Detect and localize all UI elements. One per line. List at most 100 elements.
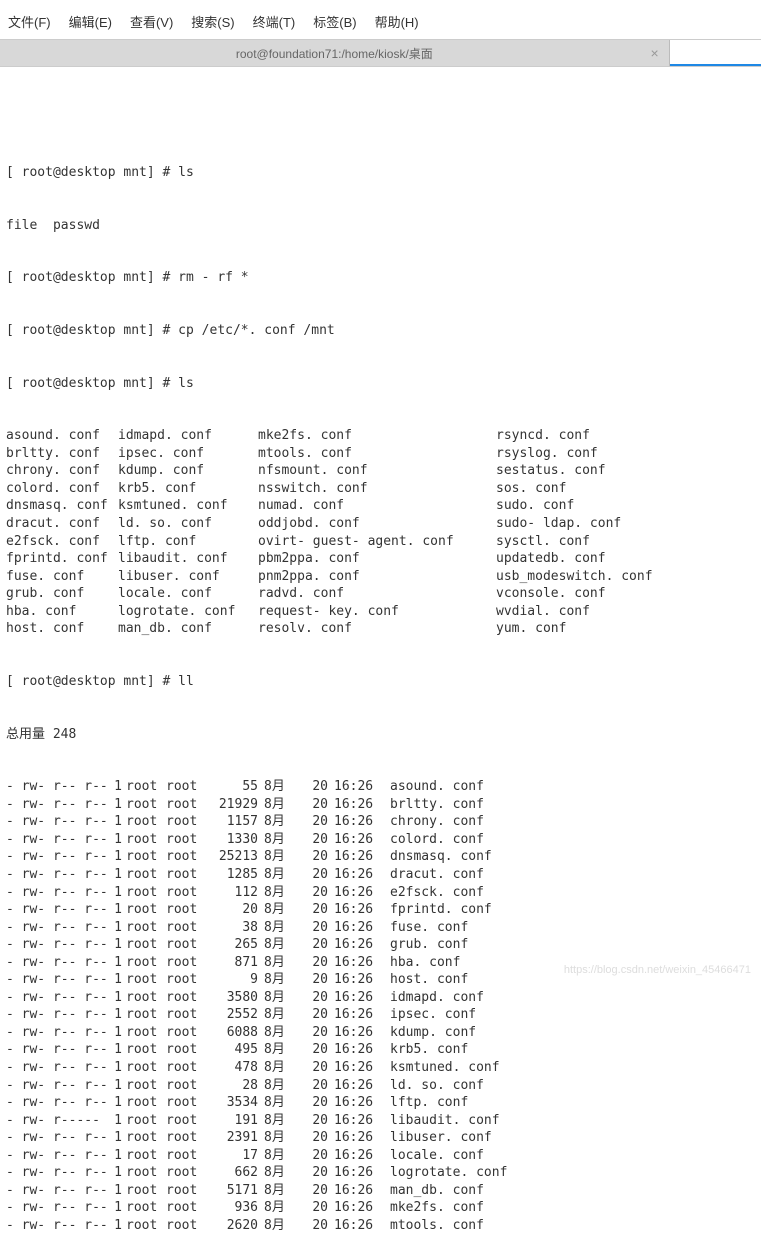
ll-row: - rw- r-- r--1rootroot4788月2016:26ksmtun… (6, 1059, 755, 1077)
ll-day: 20 (294, 813, 328, 831)
prompt-line: [ root@desktop mnt] # ls (6, 375, 755, 393)
ll-name: host. conf (382, 971, 468, 989)
ll-day: 20 (294, 1112, 328, 1130)
ll-own1: root (122, 1077, 166, 1095)
ll-day: 20 (294, 1006, 328, 1024)
file-name: ld. so. conf (118, 515, 258, 533)
tab-new-area[interactable] (670, 40, 761, 66)
ll-mon: 8月 (258, 1129, 294, 1147)
ll-time: 16:26 (328, 1129, 382, 1147)
ll-row: - rw- r-----1rootroot1918月2016:26libaudi… (6, 1112, 755, 1130)
terminal-tab[interactable]: root@foundation71:/home/kiosk/桌面 × (0, 40, 670, 66)
ll-perm: - rw- r-- r-- (6, 989, 104, 1007)
ll-own2: root (166, 971, 208, 989)
file-name: pbm2ppa. conf (258, 550, 496, 568)
file-name: lftp. conf (118, 533, 258, 551)
ll-day: 20 (294, 1024, 328, 1042)
list-row: dnsmasq. confksmtuned. confnumad. confsu… (6, 497, 755, 515)
ll-day: 20 (294, 971, 328, 989)
ll-day: 20 (294, 1217, 328, 1235)
ll-links: 1 (104, 1041, 122, 1059)
ll-time: 16:26 (328, 971, 382, 989)
ll-perm: - rw- r-- r-- (6, 1217, 104, 1235)
ll-own1: root (122, 936, 166, 954)
ll-size: 3580 (208, 989, 258, 1007)
ll-time: 16:26 (328, 1164, 382, 1182)
ll-day: 20 (294, 919, 328, 937)
terminal-output[interactable]: [ root@desktop mnt] # ls file passwd [ r… (0, 123, 761, 1258)
ll-size: 112 (208, 884, 258, 902)
file-name: wvdial. conf (496, 603, 755, 621)
prompt-line: [ root@desktop mnt] # rm - rf * (6, 269, 755, 287)
ll-perm: - rw- r-- r-- (6, 778, 104, 796)
ll-size: 2552 (208, 1006, 258, 1024)
close-icon[interactable]: × (650, 45, 658, 61)
ll-row: - rw- r-- r--1rootroot13308月2016:26color… (6, 831, 755, 849)
file-name: host. conf (6, 620, 118, 638)
ll-name: mtools. conf (382, 1217, 484, 1235)
menu-file[interactable]: 文件(F) (8, 12, 51, 31)
ll-mon: 8月 (258, 971, 294, 989)
ll-perm: - rw- r-- r-- (6, 848, 104, 866)
ll-links: 1 (104, 796, 122, 814)
file-name: mke2fs. conf (258, 427, 496, 445)
ll-time: 16:26 (328, 919, 382, 937)
ll-time: 16:26 (328, 866, 382, 884)
ll-time: 16:26 (328, 1182, 382, 1200)
menu-help[interactable]: 帮助(H) (375, 12, 419, 31)
ll-own1: root (122, 1024, 166, 1042)
ll-name: ld. so. conf (382, 1077, 484, 1095)
ll-row: - rw- r-- r--1rootroot288月2016:26ld. so.… (6, 1077, 755, 1095)
ll-name: asound. conf (382, 778, 484, 796)
menu-tabs[interactable]: 标签(B) (313, 12, 356, 31)
ll-perm: - rw- r-- r-- (6, 1059, 104, 1077)
ll-perm: - rw- r-- r-- (6, 866, 104, 884)
ll-own1: root (122, 778, 166, 796)
file-name: libaudit. conf (118, 550, 258, 568)
ll-time: 16:26 (328, 1006, 382, 1024)
file-name: yum. conf (496, 620, 755, 638)
ll-own2: root (166, 884, 208, 902)
ll-time: 16:26 (328, 848, 382, 866)
file-name: rsyncd. conf (496, 427, 755, 445)
ll-links: 1 (104, 1077, 122, 1095)
ll-row: - rw- r-- r--1rootroot219298月2016:26brlt… (6, 796, 755, 814)
ll-mon: 8月 (258, 901, 294, 919)
ll-name: kdump. conf (382, 1024, 476, 1042)
ll-name: logrotate. conf (382, 1164, 507, 1182)
ll-links: 1 (104, 936, 122, 954)
ll-size: 38 (208, 919, 258, 937)
ll-perm: - rw- r-- r-- (6, 1129, 104, 1147)
ll-own2: root (166, 1059, 208, 1077)
ll-row: - rw- r-- r--1rootroot26208月2016:26mtool… (6, 1217, 755, 1235)
ll-size: 2620 (208, 1217, 258, 1235)
ll-day: 20 (294, 778, 328, 796)
menu-terminal[interactable]: 终端(T) (253, 12, 296, 31)
ll-own2: root (166, 1147, 208, 1165)
ll-links: 1 (104, 1024, 122, 1042)
ll-name: chrony. conf (382, 813, 484, 831)
file-name: man_db. conf (118, 620, 258, 638)
ll-day: 20 (294, 1199, 328, 1217)
ll-row: - rw- r-- r--1rootroot60888月2016:26kdump… (6, 1024, 755, 1042)
ll-own1: root (122, 866, 166, 884)
ll-time: 16:26 (328, 901, 382, 919)
ll-size: 5171 (208, 1182, 258, 1200)
ll-links: 1 (104, 1094, 122, 1112)
ll-links: 1 (104, 1182, 122, 1200)
file-name: logrotate. conf (118, 603, 258, 621)
ll-mon: 8月 (258, 1059, 294, 1077)
ll-own1: root (122, 1164, 166, 1182)
menu-edit[interactable]: 编辑(E) (69, 12, 112, 31)
ll-mon: 8月 (258, 1006, 294, 1024)
ll-row: - rw- r-- r--1rootroot25528月2016:26ipsec… (6, 1006, 755, 1024)
ll-row: - rw- r-- r--1rootroot558月2016:26asound.… (6, 778, 755, 796)
ll-row: - rw- r-- r--1rootroot11578月2016:26chron… (6, 813, 755, 831)
ll-own2: root (166, 778, 208, 796)
ll-own2: root (166, 831, 208, 849)
menu-search[interactable]: 搜索(S) (191, 12, 234, 31)
ll-name: brltty. conf (382, 796, 484, 814)
menu-view[interactable]: 查看(V) (130, 12, 173, 31)
ll-links: 1 (104, 901, 122, 919)
ll-links: 1 (104, 866, 122, 884)
